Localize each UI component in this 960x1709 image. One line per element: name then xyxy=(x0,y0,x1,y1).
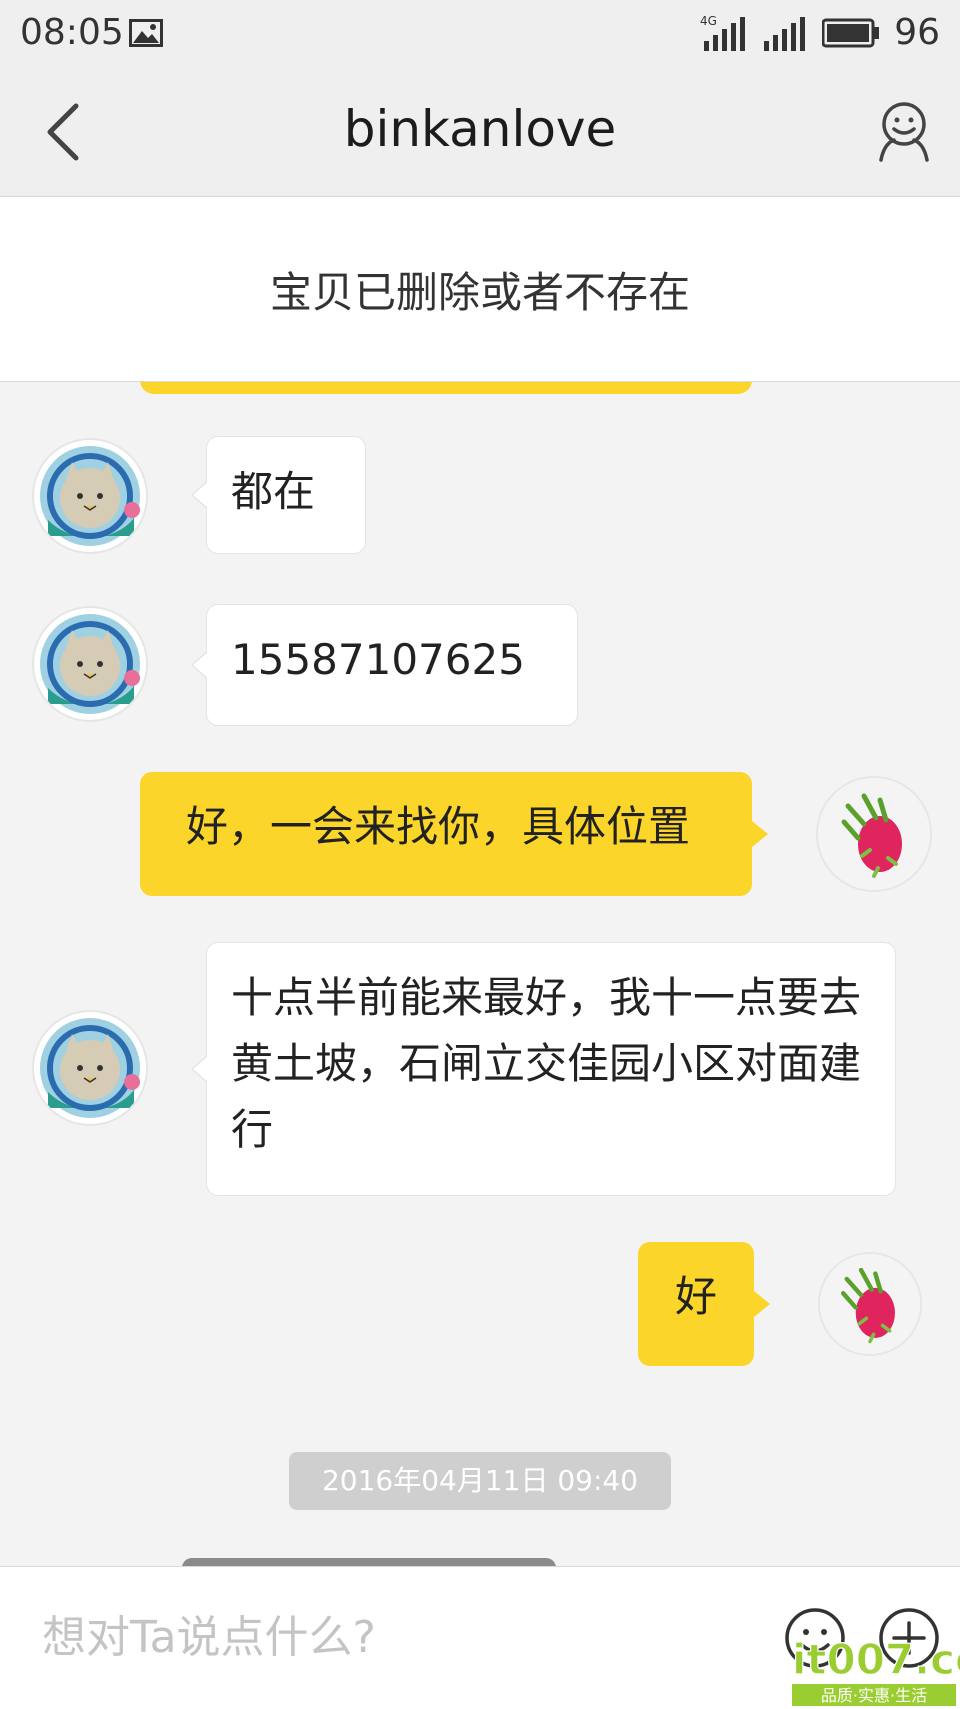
previous-message-bubble xyxy=(140,382,752,394)
battery-icon xyxy=(822,18,880,47)
message-bubble-received[interactable]: 十点半前能来最好，我十一点要去黄土坡，石闸立交佳园小区对面建行 xyxy=(191,942,896,1196)
message-input[interactable] xyxy=(40,1601,744,1673)
cat-astronaut-avatar-icon xyxy=(40,446,140,546)
message-bubble-received[interactable]: 15587107625 xyxy=(191,604,578,726)
message-bubble-sent[interactable]: 好 xyxy=(638,1242,770,1366)
my-avatar[interactable] xyxy=(818,778,930,890)
next-image-message[interactable] xyxy=(182,1558,556,1566)
cellular-4g-icon: 4G xyxy=(700,14,746,51)
nav-bar: binkanlove xyxy=(0,68,960,197)
my-avatar[interactable] xyxy=(820,1254,920,1354)
message-timestamp: 2016年04月11日 09:40 xyxy=(289,1452,671,1510)
seller-avatar[interactable] xyxy=(34,608,146,720)
site-watermark-logo: it007.com 品质·实惠·生活 xyxy=(791,1634,960,1706)
signal-strength-icon xyxy=(764,16,806,51)
seller-avatar[interactable] xyxy=(34,1012,146,1124)
dragon-fruit-avatar-icon xyxy=(820,1254,920,1354)
status-time: 08:05 xyxy=(20,12,124,53)
dragon-fruit-avatar-icon xyxy=(818,778,930,890)
cat-astronaut-avatar-icon xyxy=(40,1018,140,1118)
watermark-tagline: 品质·实惠·生活 xyxy=(821,1686,927,1705)
user-profile-icon[interactable] xyxy=(876,100,932,162)
message-bubble-sent[interactable]: 好，一会来找你，具体位置 xyxy=(140,772,768,896)
item-status-banner[interactable]: 宝贝已删除或者不存在 xyxy=(0,197,960,382)
cat-astronaut-avatar-icon xyxy=(40,614,140,714)
battery-level: 96 xyxy=(894,12,940,53)
seller-avatar[interactable] xyxy=(34,440,146,552)
watermark-brand: it007.com xyxy=(792,1635,960,1684)
network-type-label: 4G xyxy=(700,14,717,28)
status-bar: 08:05 4G 96 xyxy=(0,0,960,68)
image-notification-icon xyxy=(129,19,163,47)
message-bubble-received[interactable]: 都在 xyxy=(191,436,366,554)
chat-message-list[interactable]: 都在 15587107625 好，一会来找你，具体位置 十点半前能来最好，我十一… xyxy=(0,382,960,1566)
chat-partner-name: binkanlove xyxy=(343,100,617,158)
